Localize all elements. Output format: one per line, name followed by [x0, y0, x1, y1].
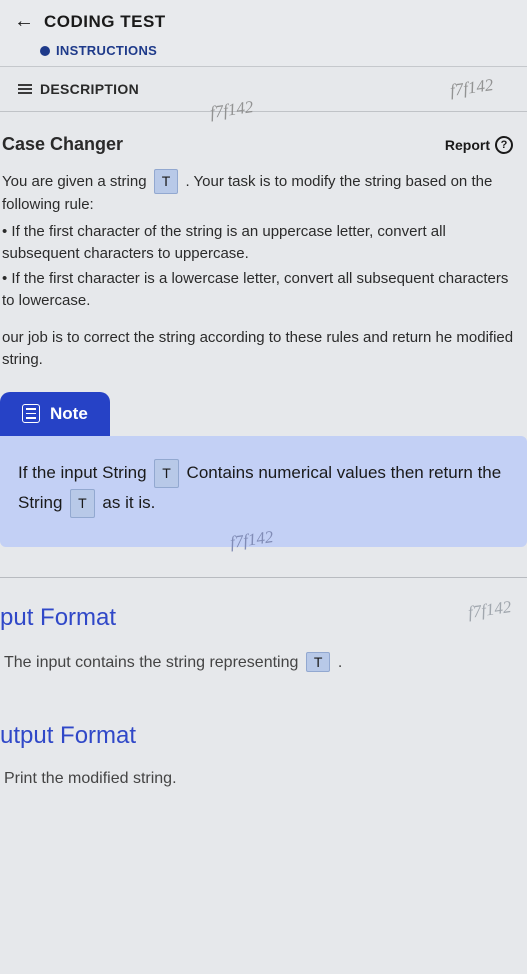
note-pre: If the input String: [18, 463, 151, 482]
header-bar: ← CODING TEST INSTRUCTIONS: [0, 0, 527, 67]
code-t: T: [154, 459, 179, 488]
code-t: T: [70, 489, 95, 518]
input-format-section: put Format The input contains the string…: [0, 596, 527, 672]
note-label: Note: [50, 404, 88, 424]
rules-list: • If the first character of the string i…: [2, 221, 519, 313]
rule-item: • If the first character is a lowercase …: [2, 268, 519, 313]
report-label: Report: [445, 137, 490, 153]
rule1-text: If the first character of the string is …: [2, 223, 446, 263]
note-icon: [22, 404, 40, 423]
summary-text: our job is to correct the string accordi…: [2, 327, 519, 372]
problem-header: Case Changer Report ?: [0, 126, 527, 169]
note-post: as it is.: [98, 493, 156, 512]
page-title: CODING TEST: [44, 12, 166, 32]
problem-description: You are given a string T . Your task is …: [0, 169, 527, 372]
question-icon: ?: [495, 136, 513, 154]
input-format-body: The input contains the string representi…: [0, 650, 527, 672]
instructions-tab[interactable]: INSTRUCTIONS: [14, 39, 513, 66]
input-format-title: put Format: [0, 596, 527, 650]
report-button[interactable]: Report ?: [445, 136, 513, 154]
content-area: Case Changer Report ? You are given a st…: [0, 112, 527, 788]
description-tab[interactable]: DESCRIPTION: [0, 67, 527, 112]
bullet-icon: [40, 46, 50, 56]
list-icon: [18, 84, 32, 94]
divider: [0, 577, 527, 578]
rule-item: • If the first character of the string i…: [2, 221, 519, 266]
intro-paragraph: You are given a string T . Your task is …: [2, 169, 519, 217]
code-t: T: [306, 652, 331, 672]
description-tab-label: DESCRIPTION: [40, 81, 139, 97]
input-post: .: [333, 654, 342, 671]
note-section: Note If the input String T Contains nume…: [0, 392, 527, 547]
title-row: ← CODING TEST: [14, 10, 513, 39]
output-format-section: utput Format Print the modified string.: [0, 714, 527, 788]
instructions-label: INSTRUCTIONS: [56, 43, 157, 58]
note-header: Note: [0, 392, 110, 436]
problem-title: Case Changer: [2, 134, 123, 155]
output-format-title: utput Format: [0, 714, 527, 768]
output-format-body: Print the modified string.: [0, 768, 527, 788]
note-body: If the input String T Contains numerical…: [0, 436, 527, 547]
rule2-text: If the first character is a lowercase le…: [2, 270, 508, 310]
input-pre: The input contains the string representi…: [4, 654, 303, 671]
code-t: T: [154, 169, 179, 194]
back-arrow-icon[interactable]: ←: [14, 10, 34, 33]
intro-pre: You are given a string: [2, 173, 151, 190]
